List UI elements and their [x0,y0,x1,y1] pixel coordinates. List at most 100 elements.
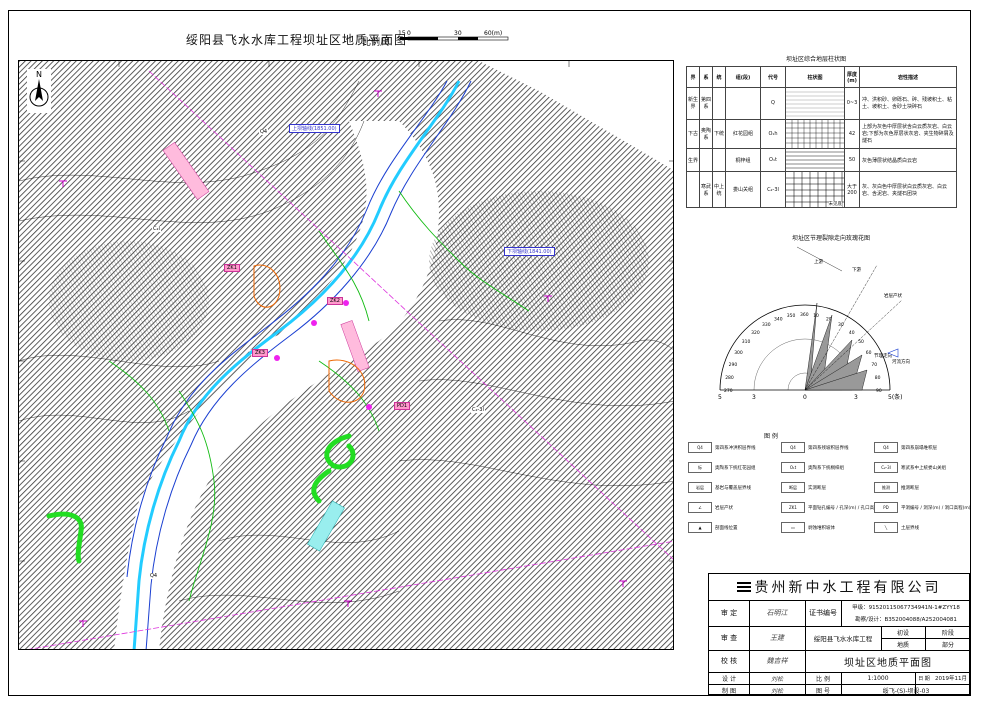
legend-symbol-icon: ZK1 [781,502,805,513]
map-label-formation: C₂l [152,226,161,232]
legend-label: 剥蚀堆积坡体 [808,525,835,531]
table-cell: 奥陶系 [699,118,713,150]
legend-symbol-icon: ∠ [688,502,712,513]
table-cell: 冲、洪积砂、卵砾石、碎、残坡积土、粘土、坡积土、含砂土块碎石 [859,87,957,120]
table-cell: 中上统 [712,171,726,208]
scale-tick: 15 [398,30,406,37]
company-name-text: 贵州新中水工程有限公司 [754,580,942,596]
legend-symbol-icon: C₂-3l [874,462,898,473]
legend-item: 推测 推测断层 [874,482,919,493]
table-cell: O₁t [760,148,786,173]
project-name: 绥阳县飞水水库工程 [813,635,873,643]
legend-label: 第四系崩塌堆积层 [901,445,937,451]
joint-rose-diagram: 53035(条) 3603503403303203103002902802701… [718,246,910,401]
date-value: 2019年11月 [935,676,967,682]
role-review: 审 查 [720,634,738,642]
legend-symbol-icon: O₁t [781,462,805,473]
signature-check: 魏吉祥 [766,657,788,665]
legend-item: 断层 实测断层 [781,482,826,493]
signature-review: 王建 [770,634,784,642]
rose-angle-label: 270 [724,388,733,394]
table-cell: 生界 [686,148,700,173]
legend-label: 第四系残坡积层界线 [808,445,849,451]
rose-annotation: 河流方向 [892,358,910,365]
legend-symbol-icon: ▲ [688,522,712,533]
map-label-adit[interactable]: PD1 [394,402,411,410]
col-header: 组(段) [725,65,761,89]
legend-item: PD 平洞编号 / 洞深(m) / 洞口高程(m) [874,502,971,513]
drawing-no-label: 图 号 [816,687,830,695]
rose-axis-label: 0 [803,394,807,401]
rose-annotation: 上游 [814,258,823,265]
legend-item: ▭ 剥蚀堆积坡体 [781,522,835,533]
legend-item: ZK1 平面钻孔编号 / 孔深(m) / 孔口高程(m) [781,502,887,513]
legend-label: 寒武系中上统娄山关组 [901,465,946,471]
column-pattern [785,148,845,173]
legend-title: 图 例 [764,433,778,440]
map-label-formation: C₂-3l [471,407,485,413]
table-row: 生界 桐梓组 O₁t 50 灰色薄层状结晶质白云岩 [686,148,957,173]
legend-symbol-icon: 岩层 [688,482,712,493]
legend-item: 岩层 基岩与覆盖层界线 [688,482,751,493]
rose-angle-label: 90 [876,388,882,394]
map-label-borehole[interactable]: ZK1 [224,264,240,272]
table-cell: 第四系 [699,87,713,120]
column-pattern [785,87,845,120]
scale-field-label: 比 例 [816,675,830,683]
table-cell: 42 [844,118,860,150]
scale-label: 比例尺 [362,38,390,48]
geologic-map[interactable]: N 上坝轴线(1851.00) 下坝轴线(1841.00) Q4 C₂l ZK1… [18,60,674,650]
legend-symbol-icon: 断层 [781,482,805,493]
stage-value: 初设 [896,629,909,637]
legend-label: 平洞编号 / 洞深(m) / 洞口高程(m) [901,505,971,511]
map-label-borehole[interactable]: ZK2 [327,297,343,305]
legend-label: 实测断层 [808,485,826,491]
rose-axis-label: 3 [752,394,756,401]
legend-item: Q4 第四系残坡积层界线 [781,442,849,453]
legend-symbol-icon: 推测 [874,482,898,493]
legend-item: 标奥陶系下统红花园组 [688,462,756,473]
table-cell: 红花园组 [725,118,761,150]
cert-number: 勘察/设计：B352004088/A252004081 [855,617,957,623]
map-label-borehole[interactable]: ZK3 [252,349,268,357]
legend-item: O₁t 奥陶系下统桐梓组 [781,462,844,473]
rose-diagram-title: 坝址区节理裂隙走向玫瑰花图 [792,235,871,242]
rose-axis-label: 5(条) [888,393,903,401]
map-label-upper-axis[interactable]: 上坝轴线(1851.00) [289,124,340,133]
table-cell: 娄山关组 [725,171,761,208]
scale-tick: 60(m) [484,30,502,37]
scale-tick: 30 [454,30,462,37]
table-cell: 0~3 [844,87,860,120]
drawing-sheet: 绥阳县飞水水库工程坝址区地质平面图 比例尺 15 0 30 60(m) N 上坝… [0,0,985,706]
legend-label: 岩层产状 [715,505,733,511]
signature-approve: 石明江 [766,609,788,617]
role-design: 设 计 [722,675,736,683]
column-bottom-note: 未见底 [828,201,842,207]
rose-axis-label: 3 [854,394,858,401]
table-cell: O₁h [760,118,786,150]
table-cell [686,171,700,208]
legend-item: ∠ 岩层产状 [688,502,733,513]
rose-angle-label: 80 [875,375,881,381]
role-approve: 审 定 [720,609,738,617]
rose-angle-label: 360 [800,312,809,318]
table-row: 寒武系 中上统 娄山关组 C₂-3l 未见底 大于200 灰、灰白色中厚层状白云… [686,171,957,208]
signature-draft: 刘松 [770,687,783,695]
rose-angle-label: 320 [751,330,760,336]
rose-annotation: 下游 [852,266,861,273]
col-header: 代号 [760,65,786,89]
table-cell: 灰色薄层状结晶质白云岩 [859,148,957,173]
map-label-lower-axis[interactable]: 下坝轴线(1841.00) [504,247,555,256]
table-cell: 新生界 [686,87,700,120]
col-header: 厚度(m) [844,65,860,89]
col-header: 统 [712,65,726,89]
legend-symbol-icon: 标 [688,462,712,473]
topo-map-canvas [19,61,673,649]
rose-angle-label: 330 [762,322,771,328]
strat-column-title: 坝址区综合地层柱状图 [786,56,847,63]
company-name: 贵州新中水工程有限公司 [709,574,969,600]
legend-label: 第四系冲洪积层界线 [715,445,756,451]
table-cell: 寒武系 [699,171,713,208]
part-value: 地质 [896,641,909,649]
signature-design: 刘松 [770,675,783,683]
